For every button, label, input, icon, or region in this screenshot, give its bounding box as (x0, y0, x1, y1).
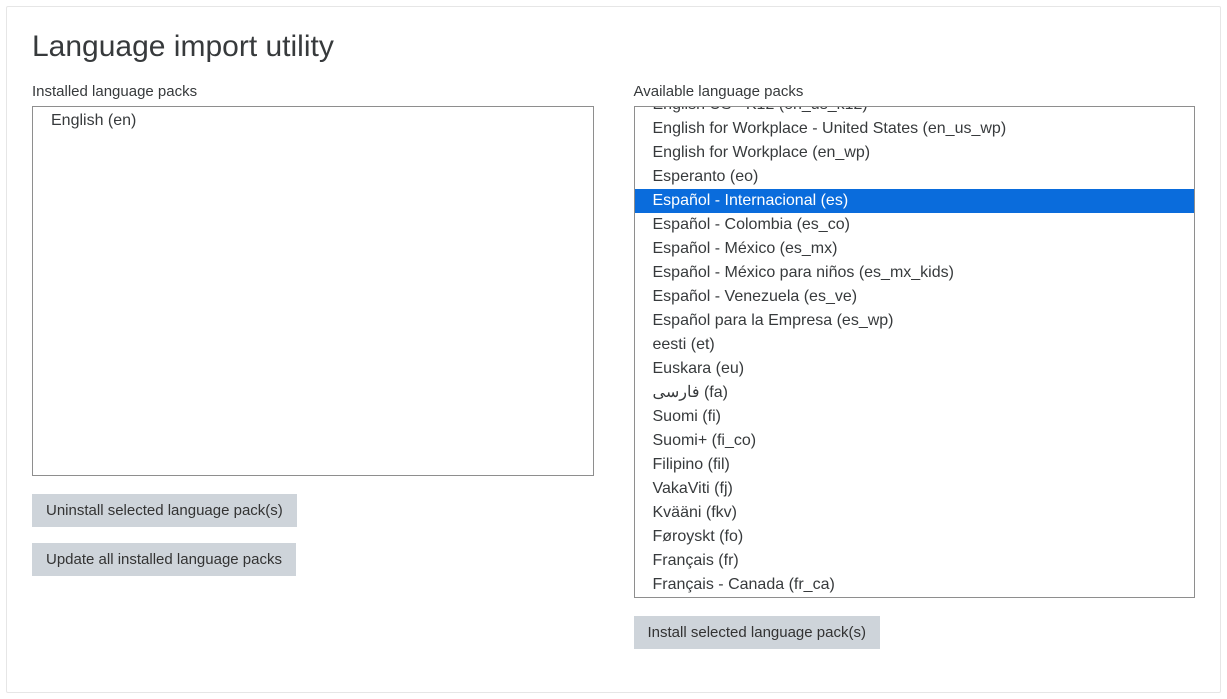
list-item[interactable]: English for Workplace - United States (e… (635, 117, 1195, 141)
list-item[interactable]: Suomi (fi) (635, 405, 1195, 429)
list-item[interactable]: Esperanto (eo) (635, 165, 1195, 189)
list-item[interactable]: Español - México para niños (es_mx_kids) (635, 261, 1195, 285)
list-item[interactable]: English (en) (33, 109, 593, 133)
installed-column: Installed language packs English (en) Un… (32, 83, 594, 576)
language-import-panel: Language import utility Installed langua… (6, 6, 1221, 693)
update-all-button[interactable]: Update all installed language packs (32, 543, 296, 576)
available-listbox[interactable]: English US - K12 (en_us_k12)English for … (634, 106, 1196, 598)
installed-listbox[interactable]: English (en) (32, 106, 594, 476)
list-item[interactable]: VakaViti (fj) (635, 477, 1195, 501)
list-item[interactable]: Español - Internacional (es) (635, 189, 1195, 213)
list-item[interactable]: Kvääni (fkv) (635, 501, 1195, 525)
list-item[interactable]: Español - Colombia (es_co) (635, 213, 1195, 237)
list-item[interactable]: Føroyskt (fo) (635, 525, 1195, 549)
list-item[interactable]: eesti (et) (635, 333, 1195, 357)
list-item[interactable]: Euskara (eu) (635, 357, 1195, 381)
page-title: Language import utility (32, 29, 1195, 65)
list-item[interactable]: Español - Venezuela (es_ve) (635, 285, 1195, 309)
list-item[interactable]: فارسی (fa) (635, 381, 1195, 405)
uninstall-button[interactable]: Uninstall selected language pack(s) (32, 494, 297, 527)
list-item[interactable]: Filipino (fil) (635, 453, 1195, 477)
list-item[interactable]: Français (fr) (635, 549, 1195, 573)
list-item[interactable]: Suomi+ (fi_co) (635, 429, 1195, 453)
list-item[interactable]: Français - Canada (fr_ca) (635, 573, 1195, 597)
list-item[interactable]: English for Workplace (en_wp) (635, 141, 1195, 165)
available-column: Available language packs English US - K1… (634, 83, 1196, 665)
available-label: Available language packs (634, 83, 1196, 100)
list-item[interactable]: English US - K12 (en_us_k12) (635, 106, 1195, 117)
install-button[interactable]: Install selected language pack(s) (634, 616, 880, 649)
list-item[interactable]: Español - México (es_mx) (635, 237, 1195, 261)
installed-label: Installed language packs (32, 83, 594, 100)
list-item[interactable]: Español para la Empresa (es_wp) (635, 309, 1195, 333)
